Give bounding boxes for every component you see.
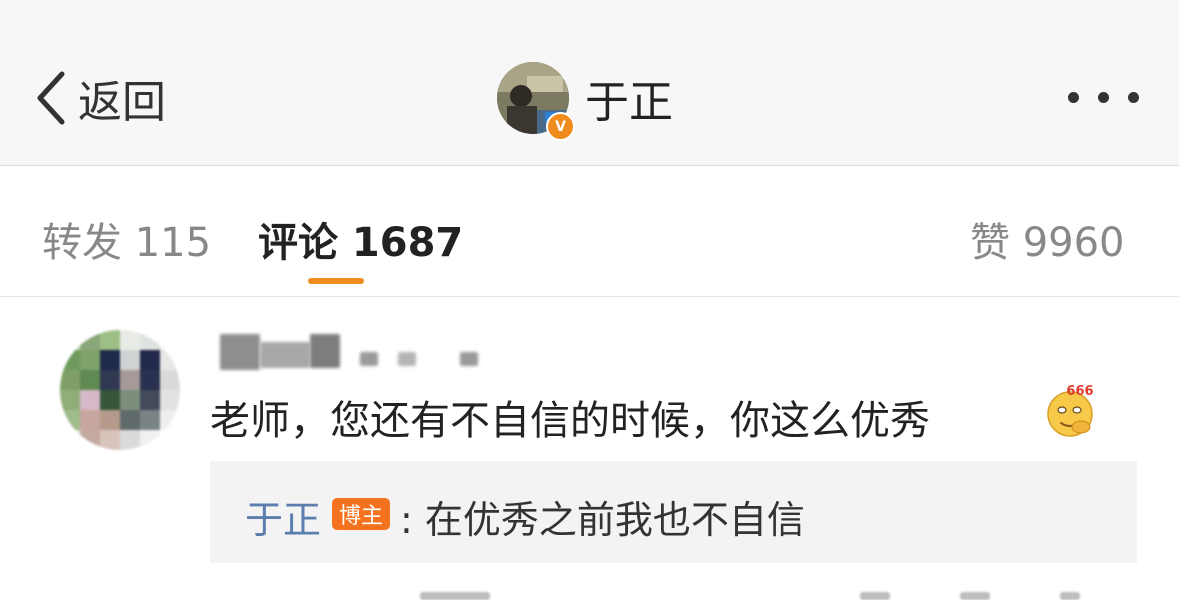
profile-header[interactable]: 于正: [497, 62, 673, 134]
emoji-666-icon: 666: [1047, 384, 1094, 437]
tab-likes[interactable]: 赞 9960: [970, 210, 1125, 268]
chevron-left-icon: [37, 71, 65, 125]
back-button[interactable]: 返回: [32, 66, 166, 130]
more-icon[interactable]: [1068, 86, 1140, 110]
tab-bar: 转发 115 评论 1687 赞 9960: [0, 166, 1179, 297]
tab-repost[interactable]: 转发 115: [42, 210, 211, 268]
comment-text: 老师，您还有不自信的时候，你这么优秀: [210, 398, 930, 444]
reply-author-link[interactable]: 于正: [245, 489, 321, 544]
emoji-label: 666: [1066, 384, 1093, 399]
active-tab-indicator: [308, 278, 364, 284]
top-nav-bar: 返回 于正 V: [0, 0, 1179, 166]
tab-comments[interactable]: 评论 1687: [258, 210, 463, 268]
commenter-avatar[interactable]: [60, 330, 180, 450]
profile-name: 于正: [585, 77, 673, 128]
verified-icon: V: [546, 112, 575, 141]
next-row-partial: [400, 588, 1100, 600]
author-reply[interactable]: 于正 博主 : 在优秀之前我也不自信: [210, 461, 1137, 563]
reply-text: : 在优秀之前我也不自信: [400, 498, 805, 542]
back-label: 返回: [78, 77, 166, 128]
author-badge: 博主: [332, 498, 390, 530]
